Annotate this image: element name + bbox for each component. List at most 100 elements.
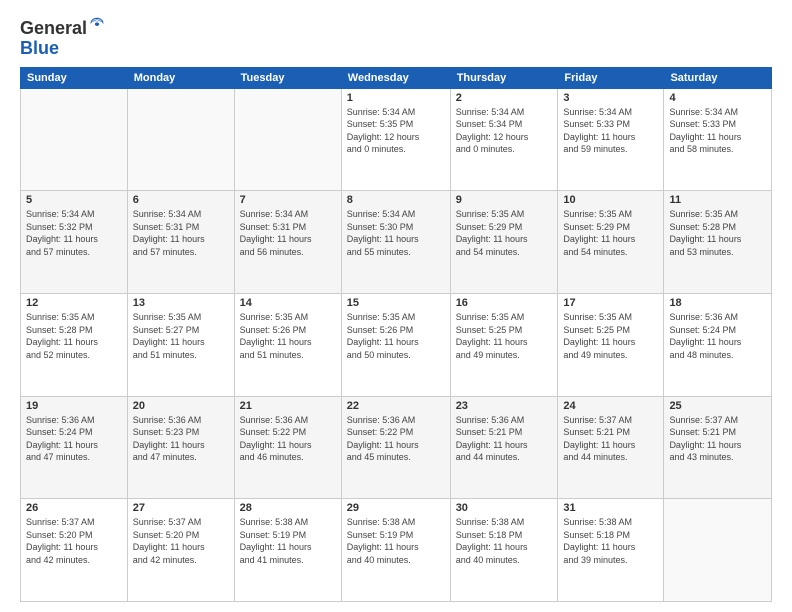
day-info: Sunrise: 5:35 AM Sunset: 5:26 PM Dayligh… <box>240 311 336 361</box>
calendar-cell: 11 Sunrise: 5:35 AM Sunset: 5:28 PM Dayli… <box>664 191 772 294</box>
calendar-cell: 20 Sunrise: 5:36 AM Sunset: 5:23 PM Dayli… <box>127 396 234 499</box>
day-info: Sunrise: 5:38 AM Sunset: 5:18 PM Dayligh… <box>563 516 658 566</box>
calendar-cell: 7Sunrise: 5:34 AM Sunset: 5:31 PM Daylig… <box>234 191 341 294</box>
day-info: Sunrise: 5:38 AM Sunset: 5:18 PM Dayligh… <box>456 516 553 566</box>
day-info: Sunrise: 5:37 AM Sunset: 5:21 PM Dayligh… <box>563 414 658 464</box>
day-info: Sunrise: 5:35 AM Sunset: 5:27 PM Dayligh… <box>133 311 229 361</box>
weekday-header-wednesday: Wednesday <box>341 67 450 88</box>
day-info: Sunrise: 5:36 AM Sunset: 5:23 PM Dayligh… <box>133 414 229 464</box>
logo: General Blue <box>20 16 106 59</box>
calendar-cell: 17Sunrise: 5:35 AM Sunset: 5:25 PM Dayli… <box>558 293 664 396</box>
day-info: Sunrise: 5:36 AM Sunset: 5:24 PM Dayligh… <box>26 414 122 464</box>
day-number: 20 <box>133 400 229 412</box>
day-number: 17 <box>563 297 658 309</box>
calendar-cell: 14Sunrise: 5:35 AM Sunset: 5:26 PM Dayli… <box>234 293 341 396</box>
calendar-cell: 21 Sunrise: 5:36 AM Sunset: 5:22 PM Dayli… <box>234 396 341 499</box>
calendar-cell: 19 Sunrise: 5:36 AM Sunset: 5:24 PM Dayli… <box>21 396 128 499</box>
day-info: Sunrise: 5:37 AM Sunset: 5:20 PM Dayligh… <box>26 516 122 566</box>
calendar-cell <box>127 88 234 191</box>
day-number: 23 <box>456 400 553 412</box>
day-number: 11 <box>669 194 766 206</box>
weekday-header-tuesday: Tuesday <box>234 67 341 88</box>
day-info: Sunrise: 5:37 AM Sunset: 5:20 PM Dayligh… <box>133 516 229 566</box>
calendar-cell: 5Sunrise: 5:34 AM Sunset: 5:32 PM Daylig… <box>21 191 128 294</box>
week-row-5: 26 Sunrise: 5:37 AM Sunset: 5:20 PM Dayli… <box>21 499 772 602</box>
day-number: 12 <box>26 297 122 309</box>
day-info: Sunrise: 5:36 AM Sunset: 5:22 PM Dayligh… <box>240 414 336 464</box>
day-number: 2 <box>456 92 553 104</box>
day-info: Sunrise: 5:35 AM Sunset: 5:25 PM Dayligh… <box>456 311 553 361</box>
day-number: 9 <box>456 194 553 206</box>
calendar-cell: 12 Sunrise: 5:35 AM Sunset: 5:28 PM Dayli… <box>21 293 128 396</box>
logo-blue-text: Blue <box>20 38 59 58</box>
weekday-header-saturday: Saturday <box>664 67 772 88</box>
calendar-cell <box>664 499 772 602</box>
calendar-cell: 16 Sunrise: 5:35 AM Sunset: 5:25 PM Dayli… <box>450 293 558 396</box>
day-number: 26 <box>26 502 122 514</box>
weekday-header-monday: Monday <box>127 67 234 88</box>
day-number: 4 <box>669 92 766 104</box>
day-info: Sunrise: 5:37 AM Sunset: 5:21 PM Dayligh… <box>669 414 766 464</box>
day-info: Sunrise: 5:35 AM Sunset: 5:28 PM Dayligh… <box>669 208 766 258</box>
day-info: Sunrise: 5:34 AM Sunset: 5:31 PM Dayligh… <box>240 208 336 258</box>
day-number: 25 <box>669 400 766 412</box>
calendar-cell: 29Sunrise: 5:38 AM Sunset: 5:19 PM Dayli… <box>341 499 450 602</box>
week-row-3: 12 Sunrise: 5:35 AM Sunset: 5:28 PM Dayli… <box>21 293 772 396</box>
calendar-cell: 2 Sunrise: 5:34 AM Sunset: 5:34 PM Daylig… <box>450 88 558 191</box>
week-row-4: 19 Sunrise: 5:36 AM Sunset: 5:24 PM Dayli… <box>21 396 772 499</box>
calendar-cell: 3 Sunrise: 5:34 AM Sunset: 5:33 PM Daylig… <box>558 88 664 191</box>
day-info: Sunrise: 5:35 AM Sunset: 5:29 PM Dayligh… <box>563 208 658 258</box>
day-number: 22 <box>347 400 445 412</box>
calendar-cell: 22 Sunrise: 5:36 AM Sunset: 5:22 PM Dayli… <box>341 396 450 499</box>
day-info: Sunrise: 5:34 AM Sunset: 5:31 PM Dayligh… <box>133 208 229 258</box>
day-number: 5 <box>26 194 122 206</box>
day-info: Sunrise: 5:34 AM Sunset: 5:34 PM Dayligh… <box>456 106 553 156</box>
weekday-header-thursday: Thursday <box>450 67 558 88</box>
day-info: Sunrise: 5:34 AM Sunset: 5:35 PM Dayligh… <box>347 106 445 156</box>
day-number: 27 <box>133 502 229 514</box>
day-number: 1 <box>347 92 445 104</box>
day-number: 21 <box>240 400 336 412</box>
weekday-header-sunday: Sunday <box>21 67 128 88</box>
day-number: 10 <box>563 194 658 206</box>
day-number: 16 <box>456 297 553 309</box>
calendar-cell: 27 Sunrise: 5:37 AM Sunset: 5:20 PM Dayli… <box>127 499 234 602</box>
calendar-cell: 4Sunrise: 5:34 AM Sunset: 5:33 PM Daylig… <box>664 88 772 191</box>
day-number: 30 <box>456 502 553 514</box>
page: General Blue SundayMondayTuesdayWednesda… <box>0 0 792 612</box>
day-number: 18 <box>669 297 766 309</box>
day-number: 3 <box>563 92 658 104</box>
calendar-cell: 9 Sunrise: 5:35 AM Sunset: 5:29 PM Daylig… <box>450 191 558 294</box>
day-number: 6 <box>133 194 229 206</box>
day-number: 8 <box>347 194 445 206</box>
calendar-cell: 18 Sunrise: 5:36 AM Sunset: 5:24 PM Dayli… <box>664 293 772 396</box>
calendar-cell: 31 Sunrise: 5:38 AM Sunset: 5:18 PM Dayli… <box>558 499 664 602</box>
calendar-cell: 30 Sunrise: 5:38 AM Sunset: 5:18 PM Dayli… <box>450 499 558 602</box>
day-info: Sunrise: 5:36 AM Sunset: 5:22 PM Dayligh… <box>347 414 445 464</box>
day-info: Sunrise: 5:35 AM Sunset: 5:28 PM Dayligh… <box>26 311 122 361</box>
calendar-cell: 23 Sunrise: 5:36 AM Sunset: 5:21 PM Dayli… <box>450 396 558 499</box>
logo-general-text: General <box>20 18 87 38</box>
calendar-cell: 25 Sunrise: 5:37 AM Sunset: 5:21 PM Dayli… <box>664 396 772 499</box>
calendar-cell: 24 Sunrise: 5:37 AM Sunset: 5:21 PM Dayli… <box>558 396 664 499</box>
day-number: 13 <box>133 297 229 309</box>
calendar-cell: 1 Sunrise: 5:34 AM Sunset: 5:35 PM Daylig… <box>341 88 450 191</box>
calendar-cell: 13 Sunrise: 5:35 AM Sunset: 5:27 PM Dayli… <box>127 293 234 396</box>
day-number: 31 <box>563 502 658 514</box>
calendar-cell <box>234 88 341 191</box>
day-info: Sunrise: 5:38 AM Sunset: 5:19 PM Dayligh… <box>240 516 336 566</box>
day-info: Sunrise: 5:36 AM Sunset: 5:21 PM Dayligh… <box>456 414 553 464</box>
calendar-cell <box>21 88 128 191</box>
day-info: Sunrise: 5:34 AM Sunset: 5:33 PM Dayligh… <box>563 106 658 156</box>
calendar-cell: 6 Sunrise: 5:34 AM Sunset: 5:31 PM Daylig… <box>127 191 234 294</box>
day-info: Sunrise: 5:34 AM Sunset: 5:30 PM Dayligh… <box>347 208 445 258</box>
day-info: Sunrise: 5:36 AM Sunset: 5:24 PM Dayligh… <box>669 311 766 361</box>
day-number: 19 <box>26 400 122 412</box>
calendar-cell: 28Sunrise: 5:38 AM Sunset: 5:19 PM Dayli… <box>234 499 341 602</box>
weekday-header-friday: Friday <box>558 67 664 88</box>
day-number: 15 <box>347 297 445 309</box>
day-info: Sunrise: 5:38 AM Sunset: 5:19 PM Dayligh… <box>347 516 445 566</box>
day-info: Sunrise: 5:35 AM Sunset: 5:29 PM Dayligh… <box>456 208 553 258</box>
day-number: 24 <box>563 400 658 412</box>
calendar-cell: 8 Sunrise: 5:34 AM Sunset: 5:30 PM Daylig… <box>341 191 450 294</box>
